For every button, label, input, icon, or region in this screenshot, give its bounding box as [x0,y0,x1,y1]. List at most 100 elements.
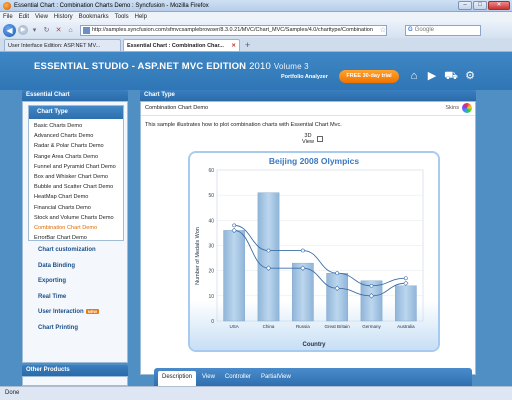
menu-tools[interactable]: Tools [115,14,129,20]
divider [141,115,475,116]
tab-partialview[interactable]: PartialView [257,371,295,386]
web-page: ESSENTIAL STUDIO - ASP.NET MVC EDITION 2… [0,52,512,386]
back-button[interactable]: ◀ [3,23,16,37]
other-products-header[interactable]: Other Products [22,365,128,376]
y-tick-label: 20 [208,269,214,275]
sidebar-section-link[interactable]: Exporting [38,278,124,294]
sidebar-item-chart-type[interactable]: Range Area Charts Demo [34,154,123,164]
brand-volume: Volume 3 [273,62,309,71]
menu-bar: File Edit View History Bookmarks Tools H… [0,12,512,22]
sidebar-section-link[interactable]: Chart customization [38,247,124,263]
x-tick-label: Germany [362,324,381,329]
menu-help[interactable]: Help [135,14,147,20]
chart-type-box: Chart Type Basic Charts Demo Advanced Cha… [28,105,124,241]
tab-controller[interactable]: Controller [221,371,255,386]
skins-icon[interactable] [462,103,472,113]
sidebar-section-link[interactable]: Data Binding [38,263,124,279]
sidebar: Essential Chart Chart Type Basic Charts … [22,90,128,386]
sidebar-section-link[interactable]: Real Time [38,294,124,310]
bar [326,272,349,322]
google-icon: G [408,27,413,33]
sidebar-sections: Chart customization Data Binding Exporting… [38,247,124,340]
site-header: ESSENTIAL STUDIO - ASP.NET MVC EDITION 2… [0,52,512,90]
x-tick-label: Great Britain [325,324,351,329]
sidebar-section-label: Real Time [38,293,67,300]
bookmark-star-icon[interactable]: ☆ [380,26,386,34]
x-tick-label: Russia [296,324,310,329]
tab-view[interactable]: View [198,371,219,386]
line-marker [403,276,408,281]
view-3d-checkbox[interactable] [317,136,323,142]
sidebar-body: Chart Type Basic Charts Demo Advanced Cha… [22,101,128,363]
y-tick-label: 10 [208,294,214,300]
brand-year: 2010 [249,61,272,72]
line-marker [300,248,305,253]
other-products-body [22,376,128,386]
free-trial-button[interactable]: FREE 30-day trial [339,70,399,83]
gear-icon[interactable]: ⚙ [463,69,477,83]
url-bar[interactable]: http://samples.syncfusion.com/sfmvcsampl… [80,24,387,36]
line-marker [266,248,271,253]
y-tick-label: 50 [208,193,214,199]
window-title: Essential Chart : Combination Charts Dem… [14,2,209,9]
sidebar-item-chart-type[interactable]: Bubble and Scatter Chart Demo [34,184,123,194]
window-titlebar: Essential Chart : Combination Charts Dem… [0,0,512,12]
chart-container: Beijing 2008 Olympics 0 10 20 30 40 50 60 USA Ch… [188,151,440,352]
minimize-button[interactable]: – [458,1,472,10]
chart-title: Beijing 2008 Olympics [269,156,360,166]
home-icon[interactable]: ⌂ [66,26,75,35]
chart-type-header[interactable]: Chart Type [29,106,123,119]
main-body: Combination Chart Demo Skins This sample… [140,101,476,375]
tab-description[interactable]: Description [158,371,197,386]
sidebar-item-chart-type[interactable]: Basic Charts Demo [34,123,123,133]
forward-button[interactable]: ▶ [18,25,28,35]
y-tick-label: 60 [208,168,214,174]
search-input[interactable]: G Google [405,24,481,36]
sidebar-item-chart-type[interactable]: HeatMap Chart Demo [34,194,123,204]
menu-view[interactable]: View [35,14,48,20]
sidebar-section-label: Data Binding [38,262,75,269]
x-tick-label: China [263,324,275,329]
reload-icon[interactable]: ↻ [42,26,51,35]
play-icon[interactable]: ▶ [425,69,439,83]
sidebar-section-link[interactable]: User Interaction NEW [38,309,124,325]
line-marker [335,271,340,276]
sidebar-item-chart-type[interactable]: Funnel and Pyramid Chart Demo [34,164,123,174]
close-window-button[interactable]: ✕ [488,1,510,10]
status-bar: Done [0,386,512,400]
menu-history[interactable]: History [54,14,73,20]
brand-name: ESSENTIAL STUDIO - ASP.NET MVC EDITION [34,61,247,72]
site-icon [83,26,90,34]
sidebar-item-chart-type[interactable]: Radar & Polar Charts Demo [34,143,123,153]
sidebar-item-chart-type[interactable]: Combination Chart Demo [34,225,123,235]
sidebar-item-chart-type[interactable]: Advanced Charts Demo [34,133,123,143]
menu-edit[interactable]: Edit [19,14,29,20]
url-text: http://samples.syncfusion.com/sfmvcsampl… [92,27,373,33]
tab-label: Essential Chart : Combination Char... [127,42,224,49]
home-icon[interactable]: ⌂ [407,69,421,83]
x-tick-label: Australia [397,324,415,329]
line-marker [369,283,374,288]
sidebar-section-label: Chart Printing [38,324,78,331]
maximize-button[interactable]: □ [473,1,487,10]
sidebar-item-chart-type[interactable]: Financial Charts Demo [34,205,123,215]
sidebar-section-link[interactable]: Chart Printing [38,325,124,341]
brand-title: ESSENTIAL STUDIO - ASP.NET MVC EDITION 2… [34,61,309,72]
tab-user-interface[interactable]: User Interface Edition: ASP.NET MV... [4,39,121,51]
menu-bookmarks[interactable]: Bookmarks [79,14,109,20]
stop-icon[interactable]: ✕ [54,26,63,35]
close-tab-icon[interactable]: ✕ [231,43,236,49]
demo-title: Combination Chart Demo [145,105,209,111]
sidebar-item-chart-type[interactable]: ErrorBar Chart Demo [34,235,123,245]
skins-label: Skins [445,105,459,111]
tab-essential-chart[interactable]: Essential Chart : Combination Char... ✕ [123,39,240,51]
y-tick-label: 40 [208,218,214,224]
portfolio-analyzer-link[interactable]: Portfolio Analyzer [281,74,328,80]
new-tab-button[interactable]: + [245,39,250,51]
menu-file[interactable]: File [3,14,13,20]
cart-icon[interactable]: ⛟ [444,69,458,83]
dropdown-history-icon[interactable]: ▾ [30,26,39,35]
sidebar-item-chart-type[interactable]: Box and Whisker Chart Demo [34,174,123,184]
sidebar-section-label: Chart customization [38,247,96,253]
sidebar-item-chart-type[interactable]: Stock and Volume Charts Demo [34,215,123,225]
